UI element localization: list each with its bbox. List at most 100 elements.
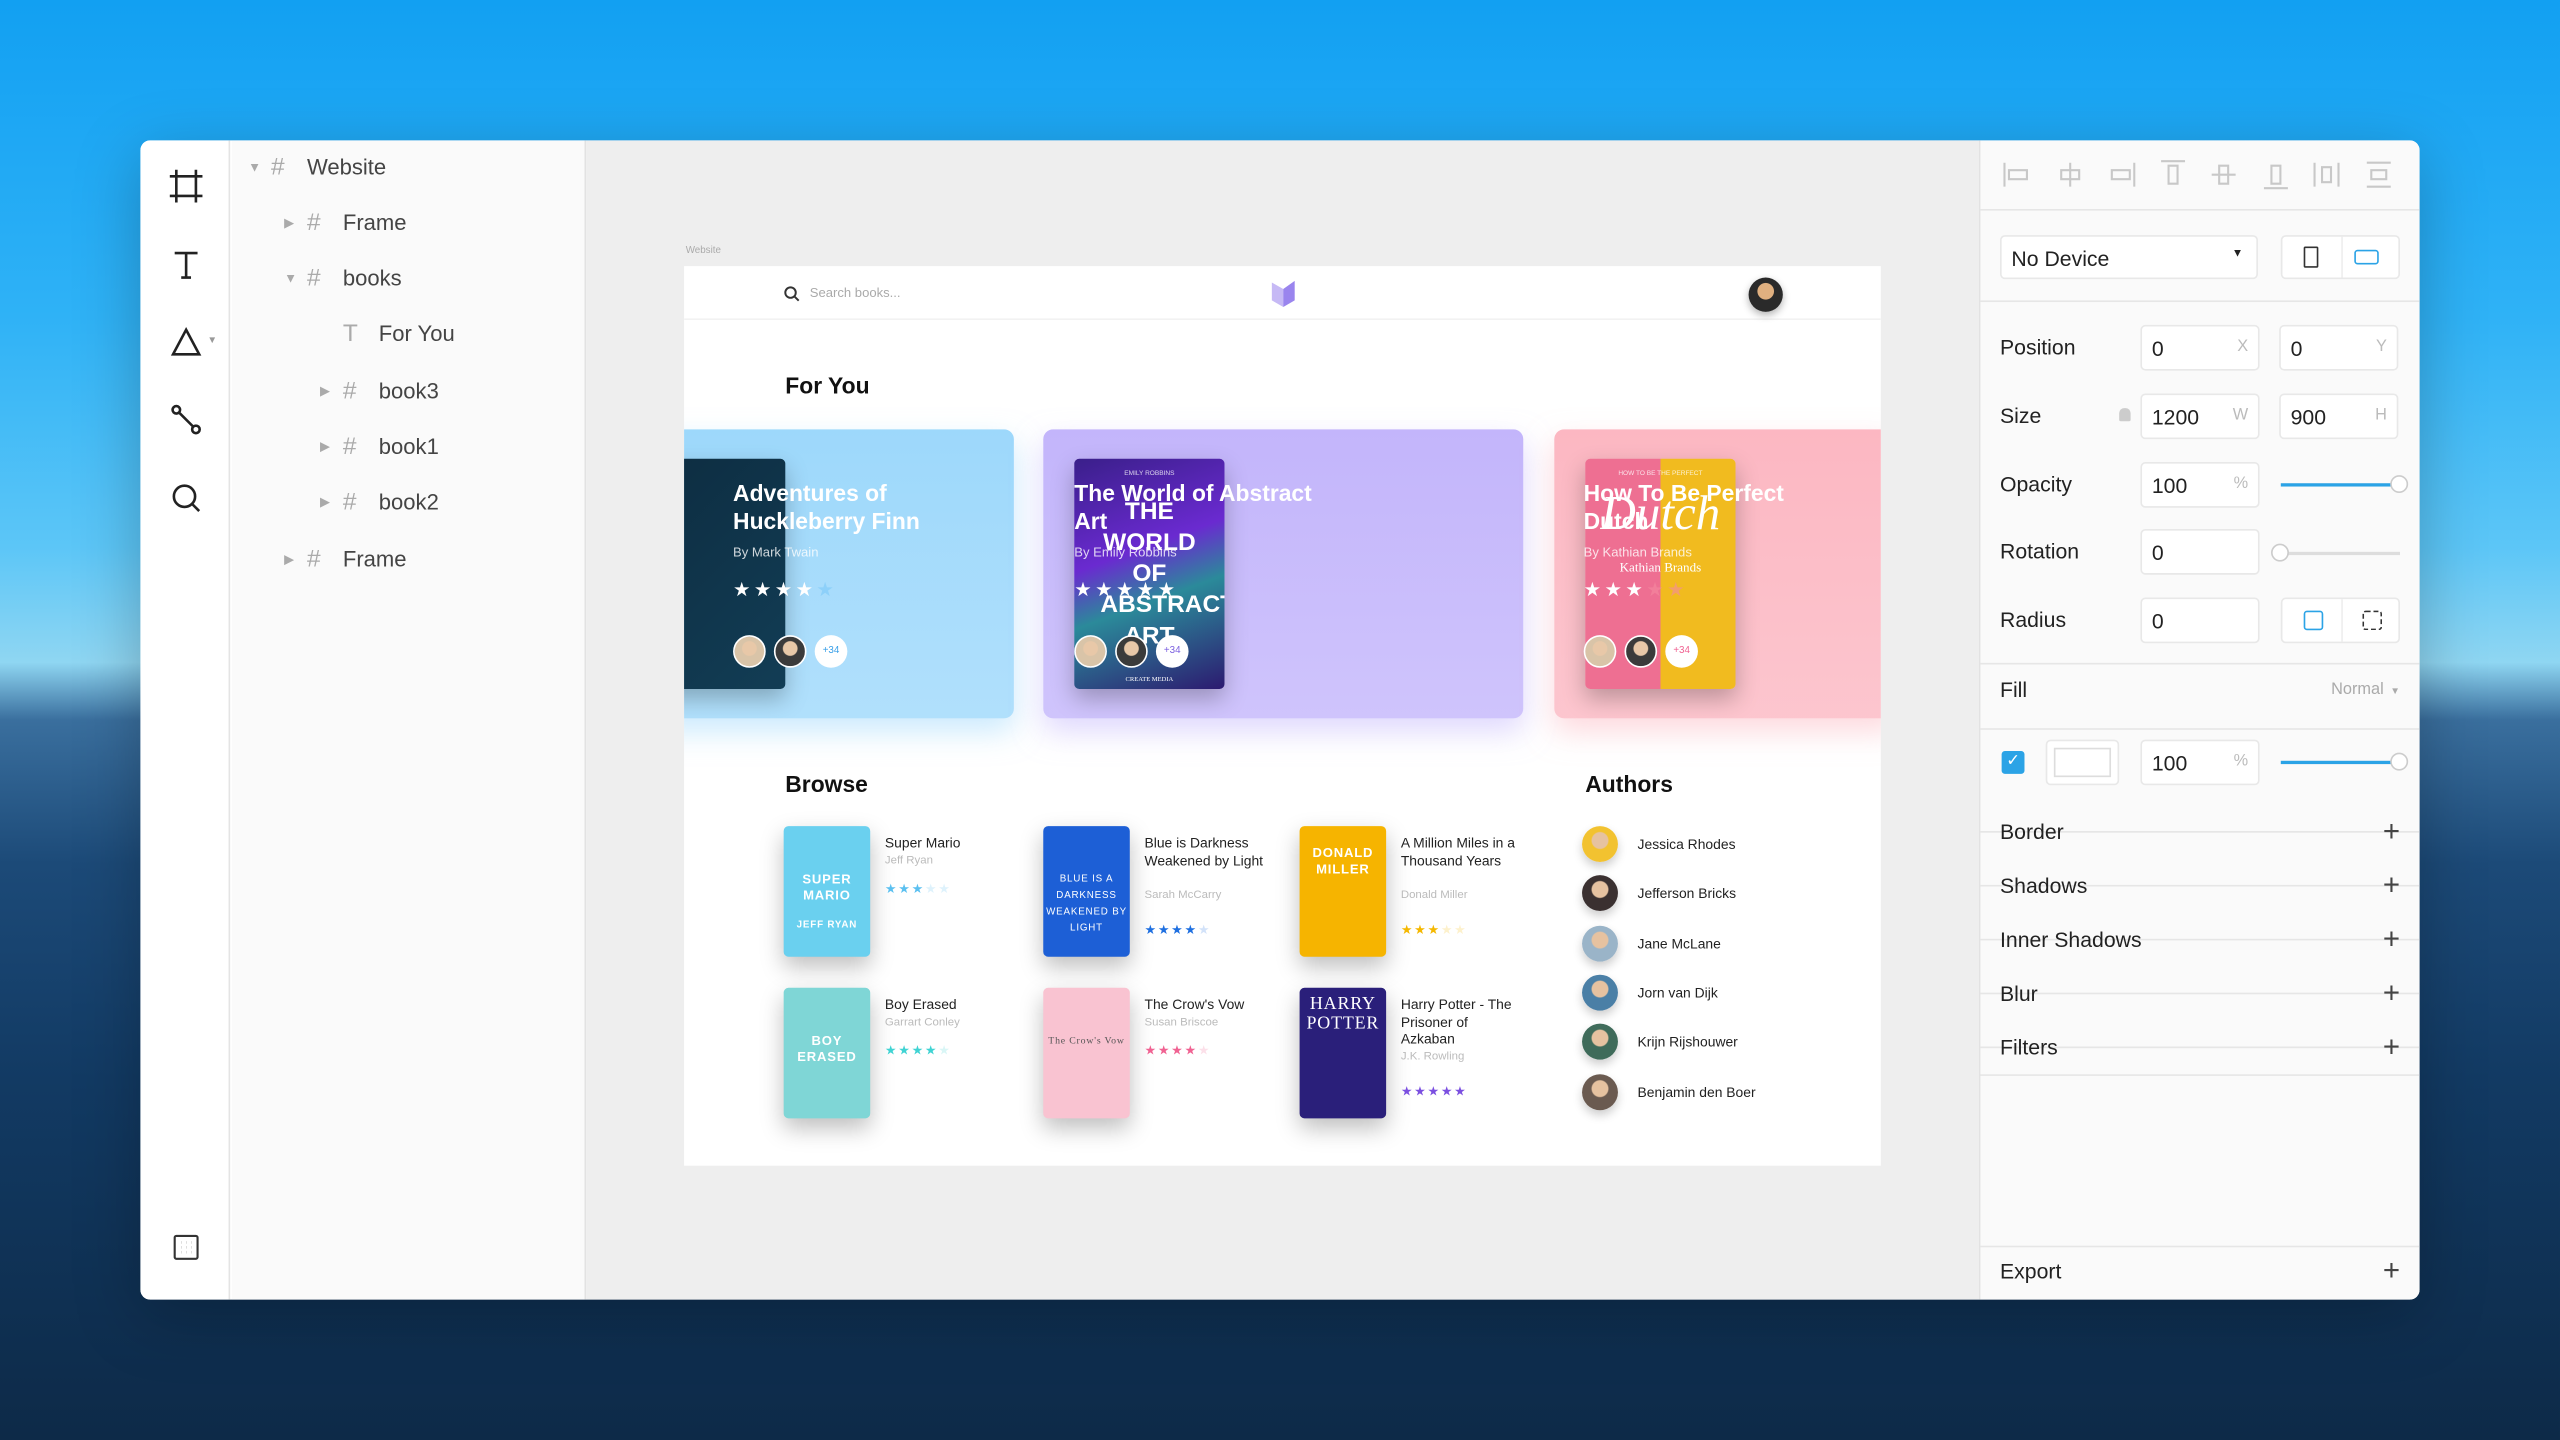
desktop: ▼ ▼ # Website ▶ # Frame ▼ # books T For You ▶ # book3…	[0, 0, 2560, 1440]
path-tool-icon[interactable]	[167, 400, 206, 439]
shape-tool-icon[interactable]	[167, 323, 206, 362]
divider	[1980, 992, 2420, 995]
caret-down-icon[interactable]: ▼	[284, 271, 307, 286]
featured-book-card[interactable]: EMILY ROBBINS THE WORLD OF ABSTRACT ART CR…	[1043, 429, 1524, 719]
export-section-label[interactable]: Export	[2000, 1259, 2061, 1283]
frame-tool-icon[interactable]	[167, 167, 206, 206]
portrait-button[interactable]	[2303, 246, 2319, 268]
align-middle-v-icon[interactable]	[2206, 157, 2242, 193]
divider	[1980, 1074, 2420, 1076]
browse-book-rating: ★★★★★	[1401, 922, 1468, 937]
add-filters-icon[interactable]: +	[2383, 1032, 2400, 1061]
browse-book-item[interactable]: SUPER MARIO JEFF RYAN Super Mario Jeff Ryan…	[783, 826, 1029, 960]
more-readers-badge[interactable]: +34	[1155, 635, 1189, 668]
height-input[interactable]: 900 H	[2279, 393, 2399, 440]
more-readers-badge[interactable]: +34	[1665, 635, 1698, 668]
shadows-section-label[interactable]: Shadows	[2000, 873, 2087, 897]
book-logo-icon[interactable]	[1270, 279, 1296, 308]
star-empty-icon: ★	[1197, 1042, 1212, 1058]
inner-shadows-section-label[interactable]: Inner Shadows	[2000, 927, 2142, 951]
add-export-icon[interactable]: +	[2383, 1256, 2400, 1285]
caret-right-icon[interactable]: ▶	[320, 439, 343, 454]
align-center-h-icon[interactable]	[2051, 157, 2087, 193]
independent-corners-button[interactable]	[2362, 610, 2383, 631]
slider-thumb[interactable]	[2271, 543, 2289, 562]
browse-book-item[interactable]: The Crow's Vow The Crow's Vow Susan Brisco…	[1043, 987, 1288, 1122]
author-row[interactable]: Krijn Rijshouwer	[1582, 1023, 1843, 1063]
layer-label: Frame	[342, 546, 407, 571]
caret-right-icon[interactable]: ▶	[284, 551, 307, 566]
caret-down-icon[interactable]: ▼	[248, 159, 271, 174]
shape-dropdown-caret-icon[interactable]: ▼	[207, 336, 217, 346]
opacity-slider[interactable]	[2280, 475, 2409, 494]
author-row[interactable]: Benjamin den Boer	[1582, 1073, 1843, 1112]
featured-book-card[interactable]: Adventures of Huckleberry Finn By Mark Tw…	[684, 429, 1014, 719]
browse-book-item[interactable]: DONALD MILLER A Million Miles in a Thousa…	[1299, 826, 1545, 960]
radius-input[interactable]: 0	[2140, 597, 2260, 644]
align-bottom-icon[interactable]	[2257, 157, 2293, 193]
more-readers-badge[interactable]: +34	[814, 635, 848, 668]
caret-right-icon[interactable]: ▶	[320, 383, 343, 398]
star-filled-icon: ★	[1157, 921, 1172, 937]
layer-frame[interactable]: ▶ # Frame	[284, 542, 406, 575]
width-input[interactable]: 1200 W	[2140, 393, 2260, 440]
layer-frame[interactable]: ▶ # Frame	[284, 206, 406, 239]
layer-for-you[interactable]: T For You	[320, 318, 455, 351]
canvas[interactable]: Website Search books... For You Adventur…	[586, 140, 1979, 1300]
slider-thumb[interactable]	[2390, 475, 2409, 494]
align-right-icon[interactable]	[2103, 157, 2139, 193]
zoom-tool-icon[interactable]	[167, 478, 206, 517]
fill-opacity-slider[interactable]	[2280, 752, 2409, 771]
device-dropdown[interactable]: No Device ▼	[1999, 235, 2258, 280]
align-top-icon[interactable]	[2154, 157, 2190, 193]
grid-icon[interactable]	[167, 1228, 206, 1267]
author-row[interactable]: Jefferson Bricks	[1582, 875, 1843, 915]
author-row[interactable]: Jessica Rhodes	[1582, 826, 1843, 865]
layer-books[interactable]: ▼ # books	[284, 262, 402, 295]
landscape-button[interactable]	[2354, 249, 2379, 265]
blend-mode-dropdown[interactable]: Normal ▼	[2331, 681, 2400, 699]
layer-website[interactable]: ▼ # Website	[248, 150, 386, 183]
add-border-icon[interactable]: +	[2383, 816, 2400, 845]
layer-book1[interactable]: ▶ # book1	[320, 430, 439, 463]
border-section-label[interactable]: Border	[2000, 820, 2064, 844]
browse-book-item[interactable]: BOY ERASED Boy Erased Garrart Conley ★★★★★	[783, 987, 1029, 1122]
browse-book-item[interactable]: HARRY POTTER Harry Potter - The Prisoner …	[1299, 987, 1545, 1122]
radius-label: Radius	[1999, 607, 2067, 632]
layer-book3[interactable]: ▶ # book3	[320, 374, 439, 407]
radius-mode-toggle	[2280, 597, 2400, 644]
filters-section-label[interactable]: Filters	[2000, 1035, 2058, 1059]
author-row[interactable]: Jane McLane	[1582, 925, 1843, 964]
distribute-v-icon[interactable]	[2360, 157, 2396, 193]
rotation-slider[interactable]	[2271, 543, 2400, 562]
author-row[interactable]: Jorn van Dijk	[1582, 974, 1843, 1014]
add-inner-shadows-icon[interactable]: +	[2383, 924, 2400, 953]
position-y-input[interactable]: 0Y	[2279, 324, 2399, 371]
featured-author: By Kathian Brands	[1583, 545, 1692, 560]
layer-book2[interactable]: ▶ # book2	[320, 486, 439, 519]
add-shadows-icon[interactable]: +	[2383, 870, 2400, 899]
rotation-input[interactable]: 0	[2140, 528, 2260, 575]
distribute-h-icon[interactable]	[2309, 157, 2345, 193]
add-blur-icon[interactable]: +	[2383, 978, 2400, 1007]
author-name: Jessica Rhodes	[1637, 835, 1736, 853]
slider-thumb[interactable]	[2390, 752, 2409, 771]
opacity-input[interactable]: 100%	[2140, 462, 2260, 508]
fill-color-swatch[interactable]	[2045, 739, 2120, 786]
caret-right-icon[interactable]: ▶	[320, 495, 343, 510]
artboard-website[interactable]: Search books... For You Adventures of Hu…	[684, 266, 1881, 1166]
search-input[interactable]: Search books...	[810, 286, 901, 301]
fill-enabled-checkbox[interactable]: ✓	[2001, 751, 2025, 774]
text-tool-icon[interactable]	[167, 245, 206, 284]
artboard-label[interactable]: Website	[686, 247, 721, 257]
align-left-icon[interactable]	[2000, 157, 2036, 193]
caret-right-icon[interactable]: ▶	[284, 215, 307, 230]
featured-book-card[interactable]: HOW TO BE THE PERFECT Dutch Kathian Brands…	[1554, 429, 1881, 719]
position-x-input[interactable]: 0X	[2140, 324, 2260, 371]
fill-opacity-input[interactable]: 100%	[2140, 739, 2260, 786]
lock-ratio-icon[interactable]	[2119, 408, 2131, 422]
uniform-radius-button[interactable]	[2303, 610, 2324, 631]
browse-book-item[interactable]: BLUE IS A DARKNESS WEAKENED BY LIGHT Blue…	[1043, 826, 1288, 960]
user-avatar[interactable]	[1748, 277, 1783, 312]
blur-section-label[interactable]: Blur	[2000, 981, 2038, 1005]
